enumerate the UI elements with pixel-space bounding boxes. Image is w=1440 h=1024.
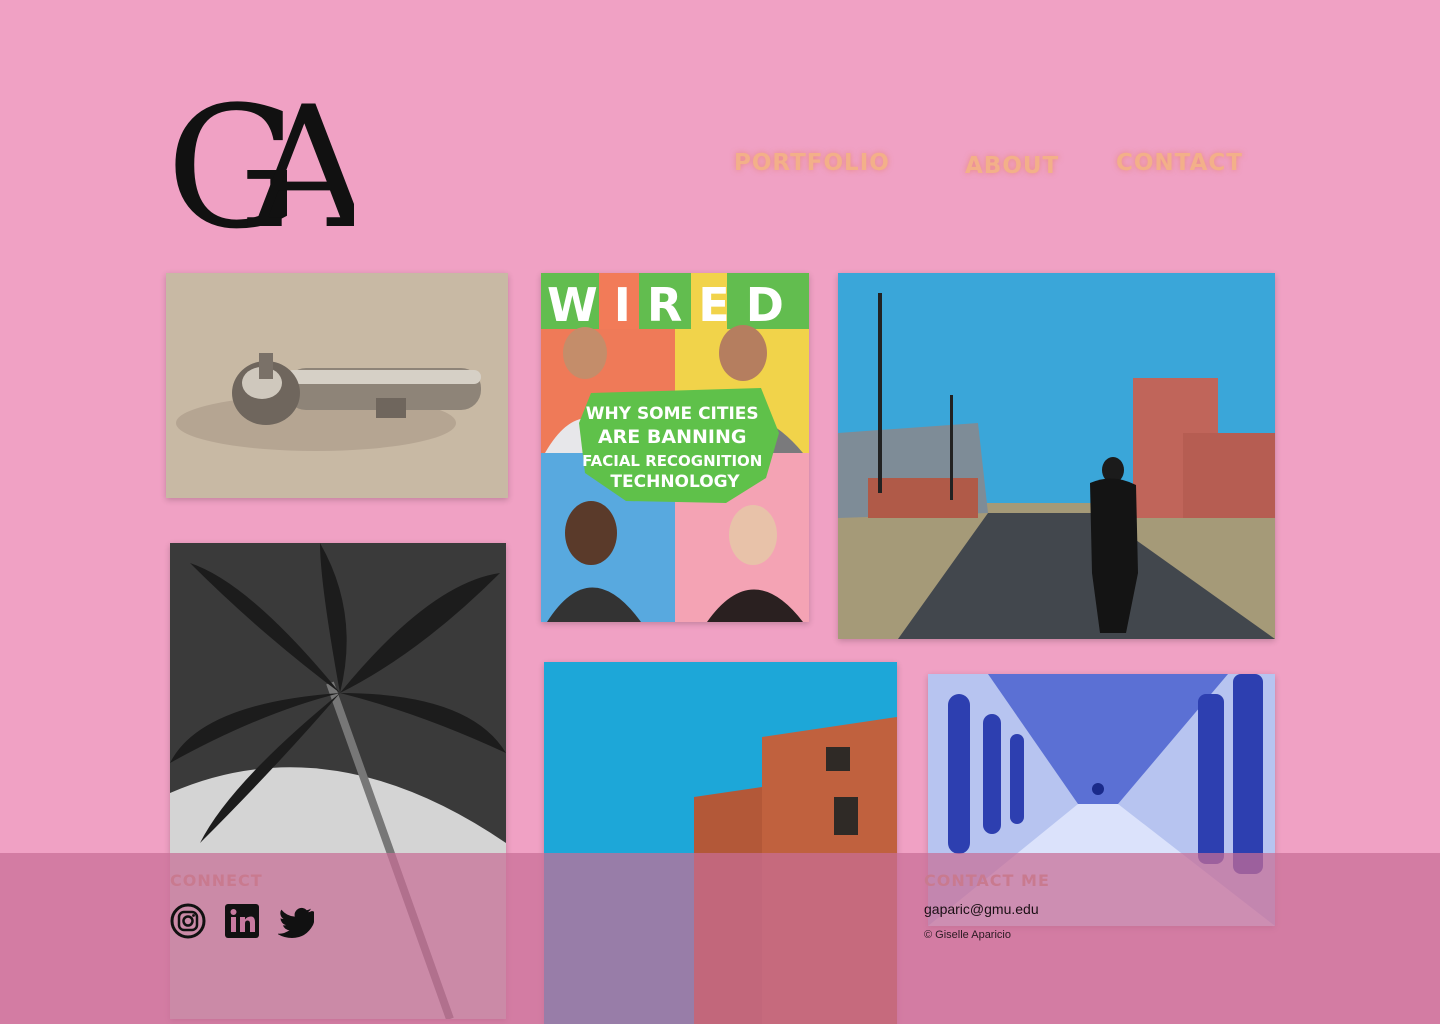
wired-headline-line-3: FACIAL RECOGNITION	[582, 452, 762, 470]
nav-contact[interactable]: CONTACT	[1116, 150, 1243, 176]
wired-letter-r: R	[647, 278, 698, 332]
connect-heading: CONNECT	[170, 871, 263, 890]
contact-me-heading: CONTACT ME	[924, 871, 1050, 890]
wired-letter-d: D	[746, 278, 800, 332]
gallery-item-road-photo[interactable]	[838, 273, 1275, 639]
svg-text:WIRED: WIRED	[547, 278, 800, 332]
copyright-text: © Giselle Aparicio	[924, 929, 1011, 941]
wired-letter-e: E	[698, 278, 745, 332]
gallery-item-wired-cover[interactable]: WIRED WHY SOME CITIES ARE BANNING FACIAL…	[541, 273, 809, 622]
wired-cover-image: WIRED WHY SOME CITIES ARE BANNING FACIAL…	[541, 273, 809, 622]
linkedin-icon[interactable]	[224, 903, 260, 939]
road-photo-image	[838, 273, 1275, 639]
gallery-item-drawing[interactable]	[166, 273, 508, 498]
wired-headline-line-4: TECHNOLOGY	[610, 472, 740, 492]
nav-about[interactable]: ABOUT	[965, 153, 1059, 179]
logo-text: GA	[166, 82, 354, 232]
site-logo[interactable]: GA	[166, 70, 423, 266]
footer: CONNECT CONTACT ME gaparic@gmu.edu © Gis…	[0, 853, 1440, 1024]
nav-portfolio[interactable]: PORTFOLIO	[734, 150, 890, 176]
social-links	[170, 903, 318, 939]
wired-letter-i: I	[614, 278, 647, 332]
wired-headline-line-2: ARE BANNING	[598, 426, 746, 448]
twitter-icon[interactable]	[277, 903, 318, 939]
wired-headline-line-1: WHY SOME CITIES	[586, 404, 759, 424]
wired-letter-w: W	[547, 278, 614, 332]
graphite-drawing-image	[166, 273, 508, 498]
instagram-icon[interactable]	[170, 903, 206, 939]
email-link[interactable]: gaparic@gmu.edu	[924, 901, 1039, 917]
